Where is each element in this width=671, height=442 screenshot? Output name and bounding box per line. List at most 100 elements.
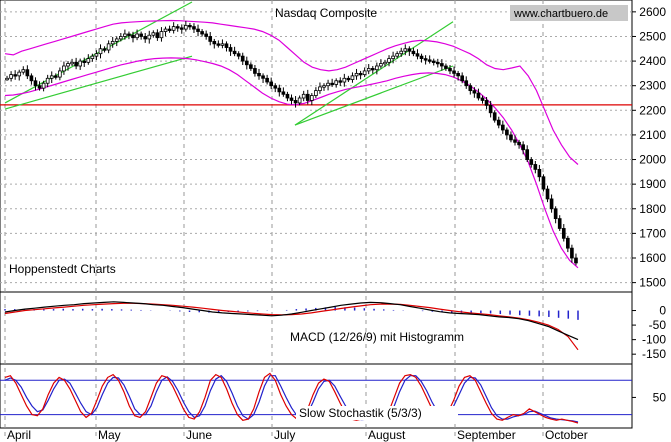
candle-body (171, 26, 176, 31)
candle-body (86, 58, 91, 63)
candle-body (167, 28, 172, 31)
price-tick-label: 2500 (639, 29, 666, 43)
candle-body (476, 92, 481, 99)
candle-body (513, 139, 517, 143)
price-tick-label: 1700 (639, 226, 666, 240)
candle-body (301, 93, 306, 99)
price-tick-label: 2600 (639, 5, 666, 19)
candle-body (155, 32, 160, 39)
candle-body (131, 34, 135, 39)
month-label-june: June (186, 428, 212, 442)
price-tick-label: 2200 (639, 103, 666, 117)
candle-body (346, 77, 351, 81)
price-tick-label: 2100 (639, 128, 666, 142)
candle-body (338, 80, 343, 83)
candle-body (175, 26, 180, 29)
candle-body (362, 70, 367, 76)
candle-body (334, 80, 339, 85)
candle-body (435, 61, 440, 65)
candle-body (253, 68, 257, 74)
price-tick-label: 1800 (639, 202, 666, 216)
candle-body (277, 87, 282, 93)
candle-body (545, 188, 550, 200)
candle-body (525, 149, 530, 160)
candle-body (557, 218, 562, 229)
month-label-july: July (274, 428, 295, 442)
candle-body (236, 53, 241, 57)
candle-body (456, 72, 460, 77)
price-tick-label: 2400 (639, 54, 666, 68)
candle-body (200, 31, 204, 35)
price-tick-label: 2000 (639, 153, 666, 167)
candle-body (265, 77, 269, 83)
candle-body (98, 48, 103, 55)
month-label-april: April (7, 428, 31, 442)
candle-body (358, 72, 363, 76)
price-tick-label: 2300 (639, 79, 666, 93)
candle-body (151, 32, 156, 36)
stochastic-title: Slow Stochastik (5/3/3) (299, 406, 422, 420)
chart-title: Nasdaq Composite (275, 6, 377, 20)
candle-body (314, 90, 318, 96)
month-label-may: May (98, 428, 121, 442)
candle-body (212, 40, 217, 45)
candle-body (220, 43, 225, 46)
candle-body (309, 95, 314, 101)
candle-body (110, 40, 115, 45)
candle-body (66, 63, 70, 67)
candle-body (330, 82, 334, 86)
candle-body (354, 72, 359, 77)
candle-body (41, 82, 46, 89)
candle-body (135, 33, 139, 39)
candle-body (78, 60, 83, 67)
candle-body (297, 97, 302, 104)
candle-body (114, 38, 119, 42)
candle-body (500, 124, 505, 131)
candle-body (375, 65, 379, 71)
candle-body (249, 64, 253, 69)
candle-body (570, 247, 574, 259)
candle-body (62, 65, 66, 72)
macd-tick-label: -50 (649, 318, 667, 332)
candle-body (431, 60, 436, 63)
candle-body (318, 86, 322, 92)
stock-chart: 1500 1600 1700 1800 1900 2000 2100 2200 2300 2400… (0, 0, 667, 442)
candle-body (488, 104, 493, 114)
candle-body (517, 141, 521, 146)
candle-body (53, 75, 58, 78)
candle-body (549, 198, 554, 210)
month-label-august: August (368, 428, 406, 442)
watermark: www.chartbuero.de (513, 8, 608, 20)
candle-body (49, 75, 54, 79)
candle-body (305, 93, 310, 101)
candle-body (45, 77, 50, 84)
macd-tick-label: -150 (642, 347, 666, 361)
candle-body (379, 63, 383, 67)
candle-body (350, 75, 355, 80)
candle-body (240, 55, 245, 62)
candle-body (505, 129, 509, 136)
candle-body (468, 85, 473, 92)
candle-body (159, 31, 164, 39)
candle-body (9, 74, 13, 79)
candle-body (224, 43, 229, 48)
candle-body (460, 75, 465, 82)
candle-body (143, 36, 148, 40)
candle-body (326, 82, 330, 87)
candle-body (281, 91, 286, 95)
candle-body (496, 119, 501, 126)
candle-body (472, 90, 477, 94)
price-tick-label: 1600 (639, 251, 666, 265)
month-label-september: September (457, 428, 516, 442)
candle-body (29, 75, 34, 82)
candle-body (208, 36, 213, 42)
price-tick-label: 1900 (639, 177, 666, 191)
month-label-october: October (545, 428, 588, 442)
candle-body (509, 134, 513, 141)
candle-body (289, 97, 294, 101)
candle-body (184, 24, 188, 30)
macd-tick-label: 0 (659, 304, 666, 318)
candle-body (452, 70, 456, 74)
candle-body (444, 65, 448, 69)
candle-body (423, 58, 428, 61)
